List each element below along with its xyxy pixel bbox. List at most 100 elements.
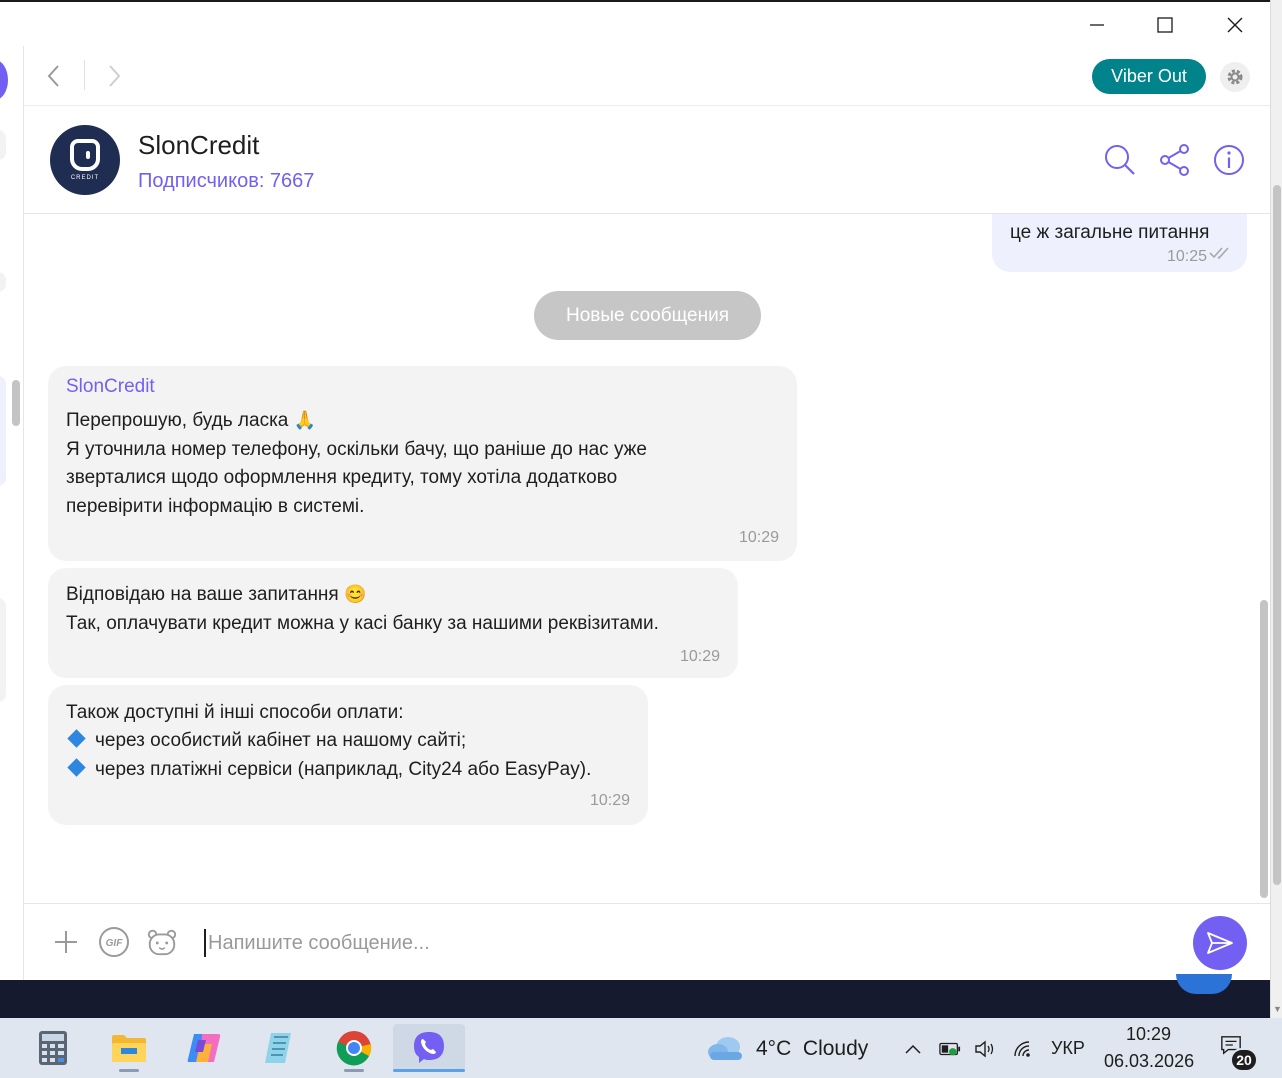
subscriber-count[interactable]: Подписчиков: 7667 bbox=[138, 170, 314, 193]
cloudy-weather-icon[interactable] bbox=[706, 1034, 746, 1062]
speaker-icon bbox=[975, 1040, 994, 1058]
incoming-message[interactable]: SlonCredit Перепрошую, будь ласка 🙏 Я ут… bbox=[48, 366, 797, 561]
back-button[interactable] bbox=[40, 62, 68, 90]
running-indicator bbox=[119, 1069, 139, 1072]
share-icon bbox=[1160, 144, 1189, 176]
attach-button[interactable] bbox=[50, 926, 82, 958]
minimize-button[interactable] bbox=[1074, 4, 1120, 46]
text-cursor bbox=[204, 929, 206, 957]
viber-out-button[interactable]: Viber Out bbox=[1092, 59, 1206, 94]
network-tray[interactable] bbox=[1012, 1038, 1034, 1060]
plus-icon bbox=[55, 931, 77, 953]
message-list-item: через особистий кабінет на нашому сайті; bbox=[66, 729, 466, 752]
message-line: перевірити інформацію в системі. bbox=[66, 496, 365, 517]
notification-count-badge: 20 bbox=[1230, 1048, 1258, 1072]
desktop-icon-edge bbox=[1176, 974, 1232, 994]
message-time: 10:29 bbox=[679, 648, 720, 665]
new-messages-divider: Новые сообщения bbox=[534, 291, 761, 340]
battery-tray[interactable] bbox=[939, 1038, 961, 1060]
message-line: Перепрошую, будь ласка 🙏 bbox=[66, 410, 317, 431]
taskbar-notepad[interactable] bbox=[250, 1024, 306, 1072]
smiling-emoji: 😊 bbox=[344, 584, 367, 604]
settings-button[interactable] bbox=[1220, 62, 1250, 92]
maximize-button[interactable] bbox=[1142, 4, 1188, 46]
sidebar-item[interactable] bbox=[0, 272, 6, 292]
clock-time[interactable]: 10:29 bbox=[1126, 1024, 1171, 1045]
active-indicator bbox=[393, 1069, 465, 1072]
sticker-button[interactable] bbox=[146, 926, 178, 958]
gif-button[interactable]: GIF bbox=[98, 926, 130, 958]
taskbar: 4°C Cloudy УКР 10:29 06.03.2026 20 bbox=[0, 1018, 1282, 1078]
window-titlebar bbox=[0, 0, 1270, 46]
message-line: Відповідаю на ваше запитання 😊 bbox=[66, 584, 367, 605]
message-list-item: через платіжні сервіси (наприклад, City2… bbox=[66, 758, 591, 781]
close-button[interactable] bbox=[1212, 4, 1258, 46]
send-icon bbox=[1207, 932, 1233, 954]
running-indicator bbox=[344, 1069, 364, 1072]
taskbar-copilot[interactable] bbox=[176, 1024, 232, 1072]
maximize-icon bbox=[1157, 17, 1173, 33]
window-scrollbar[interactable]: ▼ bbox=[1270, 0, 1282, 1018]
weather-condition: Cloudy bbox=[802, 1037, 869, 1060]
sidebar-scrollbar[interactable] bbox=[12, 380, 20, 426]
show-hidden-icons-button[interactable] bbox=[902, 1038, 924, 1060]
taskbar-file-explorer[interactable] bbox=[101, 1024, 157, 1072]
sidebar-item[interactable] bbox=[0, 598, 6, 702]
gear-icon bbox=[1227, 69, 1243, 85]
chat-list-sidebar-edge bbox=[0, 46, 24, 980]
share-button[interactable] bbox=[1157, 142, 1193, 178]
forward-button[interactable] bbox=[100, 62, 128, 90]
taskbar-chrome[interactable] bbox=[326, 1024, 382, 1072]
taskbar-calculator[interactable] bbox=[25, 1024, 81, 1072]
notepad-icon bbox=[265, 1033, 291, 1063]
scroll-down-arrow-icon[interactable]: ▼ bbox=[1273, 1004, 1282, 1014]
message-line: Також доступні й інші способи оплати: bbox=[66, 702, 404, 723]
gif-icon-label: GIF bbox=[106, 938, 124, 949]
send-button[interactable] bbox=[1193, 916, 1247, 970]
sidebar-item-selected[interactable] bbox=[0, 376, 6, 486]
sidebar-item[interactable] bbox=[0, 130, 6, 160]
message-time: 10:29 bbox=[589, 792, 630, 809]
volume-tray[interactable] bbox=[974, 1038, 996, 1060]
minimize-icon bbox=[1090, 24, 1104, 26]
top-navbar: Viber Out bbox=[24, 46, 1270, 106]
weather-temperature: 4°C bbox=[756, 1037, 792, 1060]
chat-title[interactable]: SlonCredit bbox=[138, 130, 259, 161]
input-language[interactable]: УКР bbox=[1051, 1038, 1085, 1059]
wifi-icon bbox=[1014, 1041, 1030, 1057]
message-list-scrollbar[interactable] bbox=[1260, 600, 1268, 898]
incoming-message[interactable]: Також доступні й інші способи оплати: че… bbox=[48, 685, 648, 825]
blue-diamond-icon bbox=[67, 758, 86, 777]
clock-date[interactable]: 06.03.2026 bbox=[1104, 1051, 1194, 1072]
window-scrollbar-thumb[interactable] bbox=[1273, 185, 1281, 885]
incoming-message[interactable]: Відповідаю на ваше запитання 😊 Так, опла… bbox=[48, 568, 738, 678]
bear-sticker-icon bbox=[147, 929, 177, 956]
taskbar-viber[interactable] bbox=[393, 1024, 465, 1072]
battery-charging-icon bbox=[939, 1042, 961, 1056]
info-button[interactable] bbox=[1211, 142, 1247, 178]
message-input[interactable] bbox=[208, 924, 1168, 962]
chrome-icon bbox=[336, 1031, 372, 1066]
message-text: це ж загальне питання bbox=[1010, 222, 1210, 243]
copilot-icon bbox=[187, 1034, 221, 1062]
double-check-icon bbox=[1209, 247, 1229, 260]
outgoing-message[interactable]: це ж загальне питання 10:25 bbox=[992, 214, 1247, 272]
chevron-up-icon bbox=[905, 1044, 921, 1054]
message-line: Я уточнила номер телефону, оскільки бачу… bbox=[66, 439, 647, 460]
chat-header: CREDIT SlonCredit Подписчиков: 7667 bbox=[24, 106, 1270, 214]
chevron-right-icon bbox=[109, 65, 121, 87]
calculator-icon bbox=[39, 1031, 67, 1065]
viber-icon bbox=[414, 1032, 444, 1063]
message-line: Так, оплачувати кредит можна у касі банк… bbox=[66, 613, 659, 634]
message-list[interactable]: це ж загальне питання 10:25 Новые сообще… bbox=[24, 214, 1270, 902]
search-button[interactable] bbox=[1102, 142, 1138, 178]
close-icon bbox=[1227, 17, 1243, 33]
praying-hands-emoji: 🙏 bbox=[293, 410, 317, 430]
avatar-logo-text: CREDIT bbox=[70, 175, 100, 181]
channel-avatar[interactable]: CREDIT bbox=[50, 125, 120, 195]
sidebar-avatar[interactable] bbox=[0, 60, 8, 100]
message-line: зверталися щодо оформлення кредиту, тому… bbox=[66, 467, 618, 488]
blue-diamond-icon bbox=[67, 729, 86, 748]
weather-widget[interactable]: 4°C Cloudy bbox=[756, 1037, 868, 1061]
message-sender[interactable]: SlonCredit bbox=[66, 376, 155, 398]
